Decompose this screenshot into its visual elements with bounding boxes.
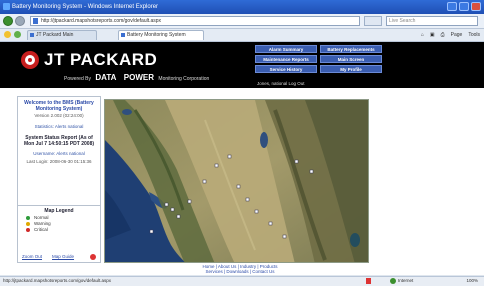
feeds-icon[interactable]: ▣ [430,30,435,40]
critical-dot-icon [26,228,30,232]
address-toolbar: http://jtpackard.mapshotsreports.com/gov… [0,14,484,29]
forward-icon[interactable] [15,16,25,26]
protected-mode-icon[interactable] [366,278,371,284]
version-text: Version 2.002 (02:24:00) [34,113,84,118]
zoom-level[interactable]: 100% [466,277,478,285]
terrain-map-image [105,100,368,262]
internet-zone-icon [390,278,396,284]
window-titlebar: Battery Monitoring System - Windows Inte… [0,0,484,14]
help-icon[interactable] [90,254,96,260]
maximize-icon[interactable] [459,2,469,11]
command-bar: ⌂ ▣ ⎙ Page Tools [421,30,480,40]
zoom-out-link[interactable]: Zoom Out [22,254,42,259]
welcome-panel: Welcome to the BMS (Battery Monitoring S… [17,96,101,210]
ie-icon [3,3,10,10]
home-icon[interactable]: ⌂ [421,30,424,40]
search-input[interactable]: Live Search [386,16,478,26]
tab-page-icon [121,33,125,37]
nav-alarm-summary[interactable]: Alarm Summary [255,45,317,53]
nav-service-history[interactable]: Service History [255,65,317,73]
normal-dot-icon [26,216,30,220]
welcome-user[interactable]: Jones, national Log Out [257,81,305,86]
window-controls [447,2,481,11]
report-title: System Status Report (As of Mon Jul 7 14… [23,135,95,147]
brand-name: JT PACKARD [44,50,158,69]
page-menu[interactable]: Page [451,30,463,40]
window-title: Battery Monitoring System - Windows Inte… [12,4,159,10]
jt-packard-logo-icon [21,51,39,69]
nav-maintenance-reports[interactable]: Maintenance Reports [255,55,317,63]
status-url: http://jtpackard.mapshotsreports.com/gov… [3,278,112,283]
tab-bar: JT Packard Main Battery Monitoring Syste… [0,29,484,42]
map-legend: Map Legend Normal Warning Critical Zoom … [17,205,101,263]
back-icon[interactable] [3,16,13,26]
print-icon[interactable]: ⎙ [441,30,445,40]
map-guide-link[interactable]: Map Guide [52,254,74,259]
legend-links: Zoom Out Map Guide [22,253,98,260]
nav-battery-replacements[interactable]: Battery Replacements [320,45,382,53]
legend-title: Map Legend [44,208,74,214]
page-content: JT PACKARD Powered By DATA POWER Monitor… [0,42,484,275]
add-favorites-icon[interactable] [14,31,21,38]
page-footer: Home | About Us | Industry | Products Se… [150,264,330,274]
footer-links-2[interactable]: Services | Downloads | Contact Us [150,269,330,274]
refresh-stop-buttons[interactable] [364,16,382,26]
status-line: Statistics: Alerts national [34,124,84,129]
welcome-title: Welcome to the BMS (Battery Monitoring S… [24,100,94,112]
address-input[interactable]: http://jtpackard.mapshotsreports.com/gov… [30,16,360,26]
tab-page-icon [30,33,34,37]
powered-by: Powered By DATA POWER Monitoring Corpora… [64,73,210,82]
user-line: Username: Alerts national [33,151,85,156]
satellite-map[interactable] [104,99,369,263]
site-header: JT PACKARD Powered By DATA POWER Monitor… [0,42,484,88]
nav-main-screen[interactable]: Main Screen [320,55,382,63]
favorites-star-icon[interactable] [4,31,11,38]
warning-dot-icon [26,222,30,226]
minimize-icon[interactable] [447,2,457,11]
nav-my-profile[interactable]: My Profile [320,65,382,73]
last-login: Last Login: 2008-06-30 01:15:36 [26,159,92,164]
tab-battery-monitoring[interactable]: Battery Monitoring System [118,30,204,40]
zone-label: Internet [398,278,414,283]
legend-item: Critical [18,227,100,233]
tools-menu[interactable]: Tools [468,30,480,40]
tab-jt-packard-main[interactable]: JT Packard Main [27,30,97,40]
page-icon [33,18,38,24]
close-icon[interactable] [471,2,481,11]
